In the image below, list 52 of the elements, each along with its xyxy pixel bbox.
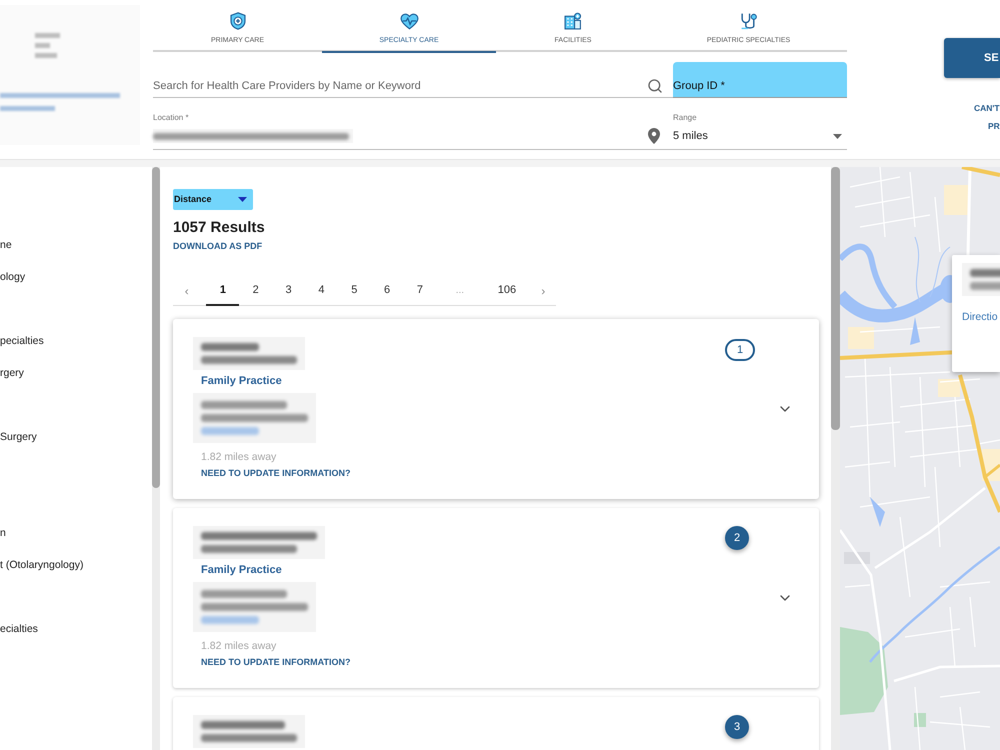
map-pin-icon [648,128,660,144]
page-button[interactable]: 1 [206,276,240,306]
result-number-marker[interactable]: 1 [725,339,755,361]
page-button[interactable]: 2 [239,276,272,306]
specialty-text: Family Practice [201,564,282,576]
specialty-list-item[interactable]: ne [0,230,12,262]
scrollbar-thumb[interactable] [831,167,840,430]
heart-pulse-icon [400,12,418,30]
update-information-link[interactable]: NEED TO UPDATE INFORMATION? [201,467,350,479]
pagination-ellipsis: ... [454,284,466,298]
page-button[interactable]: 106 [483,276,530,306]
specialty-list-item[interactable]: Surgery [0,422,37,454]
search-field[interactable]: Search for Health Care Providers by Name or Keyword [153,62,673,98]
results-count: 1057 Results [173,218,265,238]
shield-plus-icon [230,12,246,30]
specialty-text: Family Practice [201,375,282,387]
specialty-list-item[interactable]: ology [0,262,26,294]
range-select[interactable]: 5 miles [673,123,847,150]
group-id-field[interactable]: Group ID * [673,62,847,98]
search-icon[interactable] [647,78,663,94]
cant-find-provider-link[interactable]: CAN'T PR [847,99,1000,135]
result-number-marker[interactable]: 3 [725,715,749,739]
specialty-list-item[interactable]: t (Otolaryngology) [0,550,84,582]
building-icon [564,12,582,30]
next-page-button[interactable]: › [530,276,556,305]
result-number-marker[interactable]: 2 [725,526,749,550]
specialty-list-item[interactable]: pecialties [0,326,44,358]
specialty-list-item[interactable]: rgery [0,358,24,390]
download-pdf-link[interactable]: DOWNLOAD AS PDF [173,240,262,252]
page-button[interactable]: 4 [304,276,338,306]
caret-icon [238,197,247,202]
page-button[interactable]: 5 [338,276,371,306]
sort-select[interactable]: Distance [173,189,253,210]
directions-link[interactable]: Directio [962,311,998,323]
provider-card[interactable]: 3 [173,697,819,750]
stethoscope-icon [740,12,757,30]
location-label: Location * [153,112,190,123]
provider-card[interactable]: Family Practice 1.82 miles away NEED TO UPDATE INFORMATION? 2 [173,508,819,688]
page-button[interactable]: 6 [370,276,404,306]
distance-text: 1.82 miles away [201,640,276,652]
scrollbar-thumb[interactable] [152,167,160,488]
specialty-list-item[interactable]: ecialties [0,614,38,646]
provider-card[interactable]: Family Practice 1.82 miles away NEED TO UPDATE INFORMATION? 1 [173,319,819,499]
caret-icon [833,134,842,138]
specialty-list-item[interactable]: n [0,518,6,550]
page-button[interactable]: 7 [404,276,436,306]
range-label: Range [673,112,698,123]
search-button[interactable]: SE [944,38,1000,78]
distance-text: 1.82 miles away [201,451,276,463]
page-button[interactable]: 3 [272,276,305,306]
previous-page-button[interactable]: ‹ [173,276,206,305]
update-information-link[interactable]: NEED TO UPDATE INFORMATION? [201,656,350,668]
